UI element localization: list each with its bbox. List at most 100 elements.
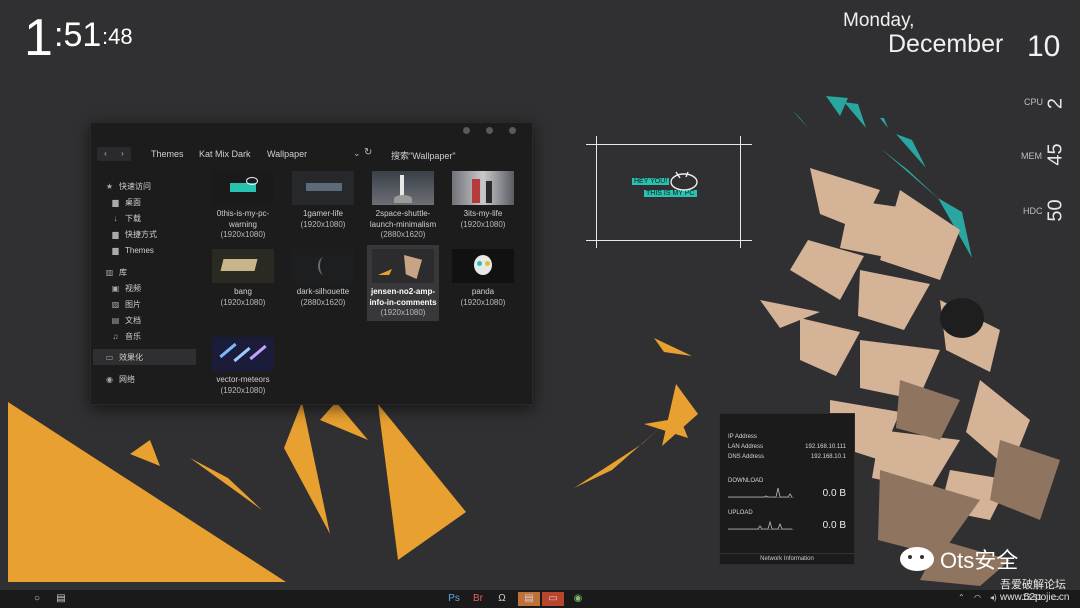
sidebar-item-music[interactable]: ♫ 音乐	[111, 329, 142, 343]
task-view-icon[interactable]: ▤	[54, 592, 68, 606]
document-icon: ▤	[111, 315, 120, 325]
ip-address-label: IP Address	[728, 434, 757, 440]
watermark: Ots安全	[900, 543, 1018, 575]
sidebar-item-quick-access[interactable]: ★ 快速访问	[105, 179, 151, 193]
folder-icon: ▆	[112, 197, 119, 207]
explorer-taskbar-icon[interactable]: ▤	[518, 592, 540, 606]
file-item[interactable]: 0this-is-my-pc-warning (1920x1080)	[207, 171, 279, 241]
thumbnail-panda	[452, 249, 514, 283]
breadcrumb-wallpaper[interactable]: Wallpaper	[267, 149, 307, 159]
maximize-button[interactable]	[486, 127, 493, 134]
lan-address-label: LAN Address	[728, 444, 764, 450]
back-button[interactable]: ‹	[97, 147, 114, 161]
wechat-icon	[900, 547, 934, 571]
star-icon: ★	[105, 181, 114, 191]
chevron-down-icon[interactable]: ⌄	[353, 148, 361, 159]
frame-line	[596, 136, 597, 248]
sidebar-item-this-pc[interactable]: ▭ 效果化	[105, 350, 143, 364]
frame-line	[586, 240, 752, 241]
sidebar-item-downloads[interactable]: ↓ 下载	[111, 211, 142, 225]
volume-icon[interactable]: ◂)	[990, 593, 997, 602]
monitor-taskbar-icon[interactable]: ▭	[542, 592, 564, 606]
watermark-brand: Ots安全	[940, 548, 1019, 573]
file-item[interactable]: panda (1920x1080)	[447, 249, 519, 308]
file-item[interactable]: 2space-shuttle-launch-minimalism (2880x1…	[367, 171, 439, 241]
forward-button[interactable]: ›	[114, 147, 131, 161]
apple-icon[interactable]	[10, 592, 22, 606]
hdc-value: 50	[1044, 199, 1067, 222]
sidebar-item-label: 文档	[125, 315, 141, 325]
sidebar-item-network[interactable]: ◉ 网络	[105, 372, 135, 386]
chrome-icon[interactable]: ◉	[570, 592, 586, 606]
sidebar-item-label: 快速访问	[119, 181, 151, 191]
breadcrumb-kat-mix-dark[interactable]: Kat Mix Dark	[199, 149, 251, 159]
folder-icon: ▆	[112, 229, 119, 239]
network-info-widget: IP Address LAN Address 192.168.10.111 DN…	[719, 413, 855, 565]
upload-graph	[728, 520, 794, 530]
video-icon: ▣	[111, 283, 120, 293]
lan-address-value: 192.168.10.111	[805, 444, 846, 450]
minimize-button[interactable]	[463, 127, 470, 134]
file-item[interactable]: vector-meteors (1920x1080)	[207, 337, 279, 396]
watermark-url: www.52pojie.cn	[1000, 592, 1070, 603]
wifi-icon[interactable]: ◠	[974, 593, 981, 602]
clock-widget: 1 :51 :48	[24, 9, 133, 67]
file-item[interactable]: 1gamer-life (1920x1080)	[287, 171, 359, 230]
pc-warning-widget: HEY YOU! THIS IS MY PC	[586, 136, 752, 248]
date-weekday: Monday,	[843, 10, 915, 31]
sidebar-item-label: 效果化	[119, 352, 143, 362]
music-icon: ♫	[112, 331, 119, 341]
frame-line	[740, 136, 741, 248]
sidebar-item-shortcuts[interactable]: ▆ 快捷方式	[111, 227, 157, 241]
thumbnail-its-my-life	[452, 171, 514, 205]
file-item[interactable]: bang (1920x1080)	[207, 249, 279, 308]
hdc-label: HDC	[1023, 206, 1043, 216]
search-input[interactable]: 搜索"Wallpaper"	[391, 149, 456, 162]
photoshop-icon[interactable]: Ps	[446, 592, 462, 606]
clock-second: :48	[102, 24, 133, 49]
clock-minute: :51	[54, 16, 102, 54]
thumbnail-vector-meteors	[212, 337, 274, 371]
folder-icon: ▆	[112, 245, 119, 255]
mem-value: 45	[1044, 143, 1067, 166]
network-footer: Network Information	[720, 553, 854, 562]
thumbnail-this-is-my-pc	[212, 171, 274, 205]
file-item-selected[interactable]: jensen-no2-amp-info-in-comments (1920x10…	[367, 245, 439, 321]
library-icon: ▥	[105, 267, 114, 277]
headphones-icon[interactable]: Ω	[494, 592, 510, 606]
clock-hour: 1	[24, 9, 53, 67]
download-graph	[728, 487, 794, 498]
window-controls	[463, 127, 516, 134]
close-button[interactable]	[509, 127, 516, 134]
sidebar-item-pictures[interactable]: ▨ 图片	[111, 297, 141, 311]
sidebar-item-libraries[interactable]: ▥ 库	[105, 265, 127, 279]
mem-label: MEM	[1021, 151, 1042, 161]
sidebar-item-desktop[interactable]: ▆ 桌面	[111, 195, 141, 209]
breadcrumb-themes[interactable]: Themes	[151, 149, 184, 159]
file-explorer-window[interactable]: ‹ › Themes Kat Mix Dark Wallpaper ⌄ ↻ 搜索…	[90, 122, 533, 405]
frame-line	[586, 144, 752, 145]
sidebar-item-documents[interactable]: ▤ 文档	[111, 313, 141, 327]
download-value: 0.0 B	[822, 488, 846, 499]
bridge-icon[interactable]: Br	[470, 592, 486, 606]
sidebar-item-videos[interactable]: ▣ 视频	[111, 281, 141, 295]
thumbnail-bang	[212, 249, 274, 283]
address-bar: ‹ › Themes Kat Mix Dark Wallpaper ⌄ ↻ 搜索…	[91, 143, 532, 165]
sidebar-item-themes[interactable]: ▆ Themes	[111, 243, 154, 257]
date-month: December	[888, 30, 1004, 58]
chevron-up-icon[interactable]: ⌃	[958, 593, 965, 602]
thumbnail-gamer-life	[292, 171, 354, 205]
sidebar-item-label: 库	[119, 267, 127, 277]
download-icon: ↓	[113, 213, 118, 223]
navigation-pane: ★ 快速访问 ▆ 桌面 ↓ 下载 ▆ 快捷方式 ▆ Themes ▥ 库 ▣ 视…	[91, 175, 197, 401]
picture-icon: ▨	[111, 299, 120, 309]
file-item[interactable]: dark-silhouette (2880x1620)	[287, 249, 359, 308]
search-icon[interactable]: ○	[30, 592, 44, 606]
refresh-icon[interactable]: ↻	[364, 147, 372, 158]
hey-you-tag: HEY YOU!	[632, 178, 670, 185]
network-icon: ◉	[106, 374, 113, 384]
file-item[interactable]: 3its-my-life (1920x1080)	[447, 171, 519, 230]
sidebar-item-label: Themes	[125, 245, 154, 255]
sidebar-item-label: 音乐	[125, 331, 141, 341]
sidebar-item-label: 桌面	[125, 197, 141, 207]
